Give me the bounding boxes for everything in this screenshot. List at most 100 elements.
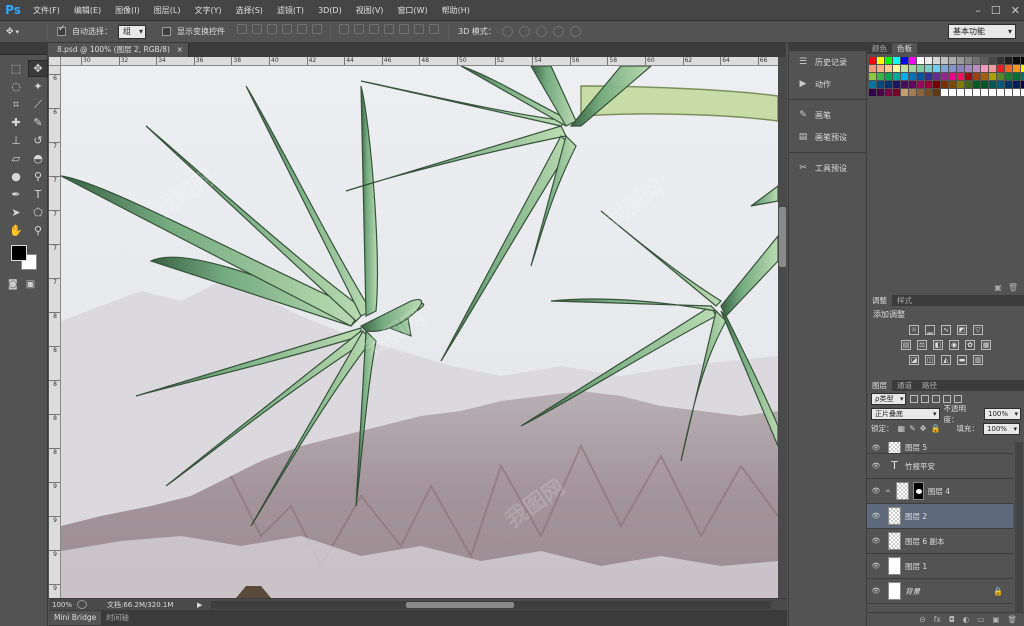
threshold-icon[interactable]: ◭ — [941, 355, 951, 365]
vertical-ruler[interactable]: 6 6 7 7 7 7 7 8 8 8 8 8 9 9 9 9 — [49, 66, 61, 598]
color-swatch[interactable] — [885, 73, 892, 80]
brush-tool-icon[interactable]: ✎ — [28, 114, 48, 131]
color-swatch[interactable] — [1013, 57, 1020, 64]
color-swatch[interactable] — [989, 73, 996, 80]
color-swatch[interactable] — [869, 73, 876, 80]
workspace-dropdown[interactable]: 基本功能 — [948, 24, 1016, 39]
align-left-icon[interactable] — [282, 23, 292, 34]
bottom-tab[interactable]: 时间轴 — [101, 611, 134, 625]
color-swatch[interactable] — [909, 81, 916, 88]
color-swatch[interactable] — [933, 65, 940, 72]
color-swatch[interactable] — [997, 73, 1004, 80]
panel-tab[interactable]: 通道 — [892, 380, 917, 391]
visibility-eye-icon[interactable]: 👁 — [867, 462, 885, 470]
history-brush-tool-icon[interactable]: ↺ — [28, 132, 48, 149]
horizontal-ruler[interactable]: 30 32 34 36 38 40 42 44 46 48 50 52 54 56 58 60 62 64 66 — [61, 57, 778, 66]
layer-mask-thumbnail[interactable] — [912, 482, 924, 500]
color-swatch[interactable] — [893, 73, 900, 80]
close-icon[interactable]: ✕ — [1011, 4, 1020, 17]
panel-tab[interactable]: 图层 — [867, 380, 892, 391]
color-swatch[interactable] — [909, 57, 916, 64]
layer-name[interactable]: 图层 2 — [905, 511, 927, 522]
color-swatch[interactable] — [869, 81, 876, 88]
vertical-scrollbar[interactable] — [778, 57, 787, 598]
color-swatch[interactable] — [877, 65, 884, 72]
color-swatch[interactable] — [917, 81, 924, 88]
color-swatch[interactable] — [901, 89, 908, 96]
align-top-icon[interactable] — [237, 23, 247, 34]
layer-filter-dropdown[interactable]: ρ类型 — [871, 392, 907, 405]
color-swatch[interactable] — [957, 89, 964, 96]
color-swatch[interactable] — [909, 89, 916, 96]
collapsed-panel-tool-presets[interactable]: ✂ 工具预设 — [789, 157, 866, 179]
color-swatch[interactable] — [901, 57, 908, 64]
filter-type-icon[interactable] — [932, 394, 941, 403]
custom-shape-tool-icon[interactable]: ⬠ — [28, 204, 48, 221]
color-swatch[interactable] — [869, 57, 876, 64]
document-tab[interactable]: 8.psd @ 100% (图层 2, RGB/8) × — [49, 43, 189, 57]
link-layers-icon[interactable]: ⊝ — [919, 615, 925, 624]
color-swatch[interactable] — [941, 89, 948, 96]
lock-image-icon[interactable]: ✎ — [909, 424, 916, 433]
color-swatch[interactable] — [925, 81, 932, 88]
color-swatch[interactable] — [877, 57, 884, 64]
color-swatch[interactable] — [965, 81, 972, 88]
color-swatch[interactable] — [877, 73, 884, 80]
menu-item[interactable]: 3D(D) — [311, 0, 349, 21]
layer-row[interactable]: 👁 背景 🔒 — [867, 579, 1013, 604]
color-swatch[interactable] — [981, 65, 988, 72]
eraser-tool-icon[interactable]: ▱ — [6, 150, 26, 167]
layer-name[interactable]: 图层 6 副本 — [905, 536, 945, 547]
layer-row[interactable]: 👁 图层 1 — [867, 554, 1013, 579]
visibility-eye-icon[interactable]: 👁 — [867, 444, 885, 452]
align-right-icon[interactable] — [312, 23, 322, 34]
color-swatch[interactable] — [989, 57, 996, 64]
align-hcenter-icon[interactable] — [297, 23, 307, 34]
panel-tab[interactable]: 色板 — [892, 43, 917, 54]
color-swatch[interactable] — [1005, 81, 1012, 88]
distribute-right-icon[interactable] — [414, 23, 424, 34]
hue-saturation-icon[interactable]: ▤ — [901, 340, 911, 350]
color-swatch[interactable] — [933, 57, 940, 64]
distribute-hcenter-icon[interactable] — [399, 23, 409, 34]
zoom-level[interactable]: 100% — [49, 601, 77, 609]
visibility-eye-icon[interactable]: 👁 — [867, 587, 885, 595]
new-swatch-icon[interactable]: ▣ — [994, 283, 1002, 292]
move-tool-icon[interactable]: ✥ ▾ — [6, 27, 38, 37]
screen-mode-icon[interactable]: ▣ — [26, 279, 35, 290]
posterize-icon[interactable]: ◫ — [925, 355, 935, 365]
document-canvas[interactable]: 我图网 我图网 我图网 我图网 — [61, 66, 778, 598]
crop-tool-icon[interactable]: ⌗ — [6, 96, 26, 113]
color-swatch[interactable] — [965, 65, 972, 72]
color-swatch[interactable] — [885, 81, 892, 88]
hand-tool-icon[interactable]: ✋ — [6, 222, 26, 239]
menu-item[interactable]: 视图(V) — [349, 0, 391, 21]
vibrance-icon[interactable]: ▽ — [973, 325, 983, 335]
collapsed-panel-brush[interactable]: ✎ 画笔 — [789, 104, 866, 126]
dodge-tool-icon[interactable]: ⚲ — [28, 168, 48, 185]
selective-color-icon[interactable]: ▥ — [973, 355, 983, 365]
status-info-icon[interactable] — [77, 600, 87, 609]
magic-wand-tool-icon[interactable]: ✦ — [28, 78, 48, 95]
dock-header[interactable] — [789, 43, 866, 51]
color-swatch[interactable] — [949, 57, 956, 64]
vertical-scroll-thumb[interactable] — [779, 207, 786, 267]
color-swatch[interactable] — [901, 73, 908, 80]
layer-name[interactable]: 背景 — [905, 586, 920, 597]
color-swatch[interactable] — [949, 65, 956, 72]
color-swatch[interactable] — [989, 89, 996, 96]
color-swatch[interactable] — [869, 65, 876, 72]
ruler-origin[interactable] — [49, 57, 61, 66]
layers-scrollbar[interactable] — [1015, 442, 1023, 612]
color-swatch[interactable] — [941, 81, 948, 88]
collapsed-panel-history[interactable]: ☰ 历史记录 — [789, 51, 866, 73]
3d-pan-icon[interactable] — [535, 26, 547, 37]
menu-item[interactable]: 图像(I) — [108, 0, 147, 21]
quick-mask-icon[interactable]: ◙ — [8, 279, 18, 290]
menu-item[interactable]: 图层(L) — [147, 0, 188, 21]
visibility-eye-icon[interactable]: 👁 — [867, 537, 885, 545]
color-swatch[interactable] — [973, 89, 980, 96]
color-swatch[interactable] — [877, 89, 884, 96]
color-swatch[interactable] — [981, 73, 988, 80]
menu-item[interactable]: 帮助(H) — [435, 0, 477, 21]
